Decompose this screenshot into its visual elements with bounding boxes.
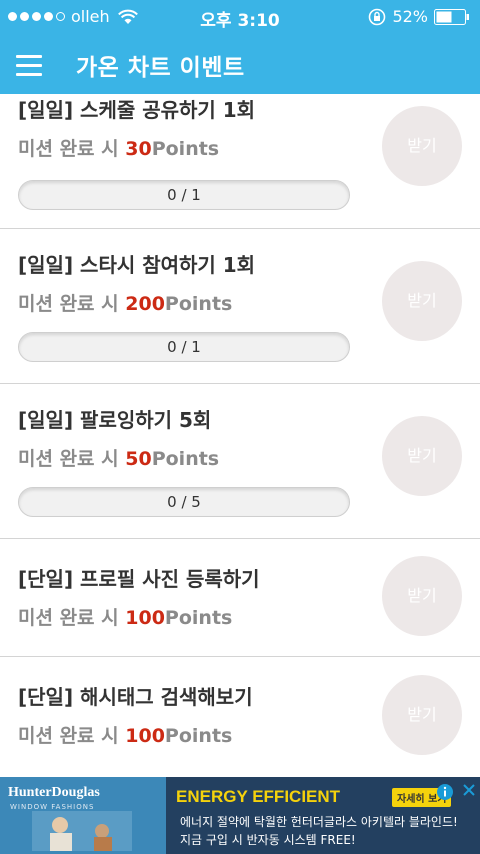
ad-photo-image [32,811,132,851]
mission-title: [단일] 해시태그 검색해보기 [18,685,253,709]
mission-item: [일일] 팔로잉하기 5회 미션 완료 시 50Points 0 / 5 받기 [0,384,480,539]
ad-text-line-2: 지금 구입 시 반자동 시스템 FREE! [180,833,356,847]
reward-points: 30 [125,138,152,160]
receive-reward-button[interactable]: 받기 [382,416,462,496]
mission-progress-bar: 0 / 1 [18,180,350,210]
reward-points: 100 [125,607,165,629]
mission-title: [단일] 프로필 사진 등록하기 [18,567,260,591]
mission-reward: 미션 완료 시 50Points [18,448,220,470]
mission-reward: 미션 완료 시 200Points [18,293,233,315]
rotation-lock-icon [369,8,386,25]
mission-reward: 미션 완료 시 100Points [18,607,233,629]
mission-progress-bar: 0 / 1 [18,332,350,362]
mission-item: [단일] 해시태그 검색해보기 미션 완료 시 100Points 받기 [0,657,480,777]
receive-reward-button[interactable]: 받기 [382,261,462,341]
reward-points: 200 [125,293,165,315]
receive-reward-button[interactable]: 받기 [382,556,462,636]
mission-title: [일일] 스케줄 공유하기 1회 [18,98,256,122]
app-header: 가온 차트 이벤트 [0,34,480,94]
ad-banner[interactable]: HunterDouglas WINDOW FASHIONS ENERGY EFF… [0,777,480,854]
mission-reward: 미션 완료 시 30Points [18,138,220,160]
mission-item: [일일] 스타시 참여하기 1회 미션 완료 시 200Points 0 / 1… [0,229,480,384]
receive-reward-button[interactable]: 받기 [382,106,462,186]
hamburger-menu-icon[interactable] [16,48,56,82]
mission-progress-bar: 0 / 5 [18,487,350,517]
ad-logo: HunterDouglas [8,785,100,800]
ad-logo-subtitle: WINDOW FASHIONS [10,803,95,811]
mission-reward: 미션 완료 시 100Points [18,725,233,747]
ad-text-line-1: 에너지 절약에 탁월한 헌터더글라스 아키텔라 블라인드! [180,815,458,829]
status-right: 52% [368,7,470,26]
page-title: 가온 차트 이벤트 [76,55,245,81]
mission-item: [일일] 스케줄 공유하기 1회 미션 완료 시 30Points 0 / 1 … [0,94,480,229]
ad-brand-panel: HunterDouglas WINDOW FASHIONS [0,777,166,854]
reward-points: 100 [125,725,165,747]
battery-icon [434,8,469,25]
ad-close-icon[interactable] [462,783,476,797]
reward-points: 50 [125,448,152,470]
mission-title: [일일] 스타시 참여하기 1회 [18,253,256,277]
ad-headline: ENERGY EFFICIENT [176,787,341,806]
mission-item: [단일] 프로필 사진 등록하기 미션 완료 시 100Points 받기 [0,539,480,657]
mission-list[interactable]: [일일] 스케줄 공유하기 1회 미션 완료 시 30Points 0 / 1 … [0,94,480,777]
status-bar: olleh 오후 3:10 52% [0,0,480,34]
receive-reward-button[interactable]: 받기 [382,675,462,755]
battery-percent: 52% [392,7,428,26]
ad-info-icon[interactable] [436,783,454,801]
mission-title: [일일] 팔로잉하기 5회 [18,408,212,432]
